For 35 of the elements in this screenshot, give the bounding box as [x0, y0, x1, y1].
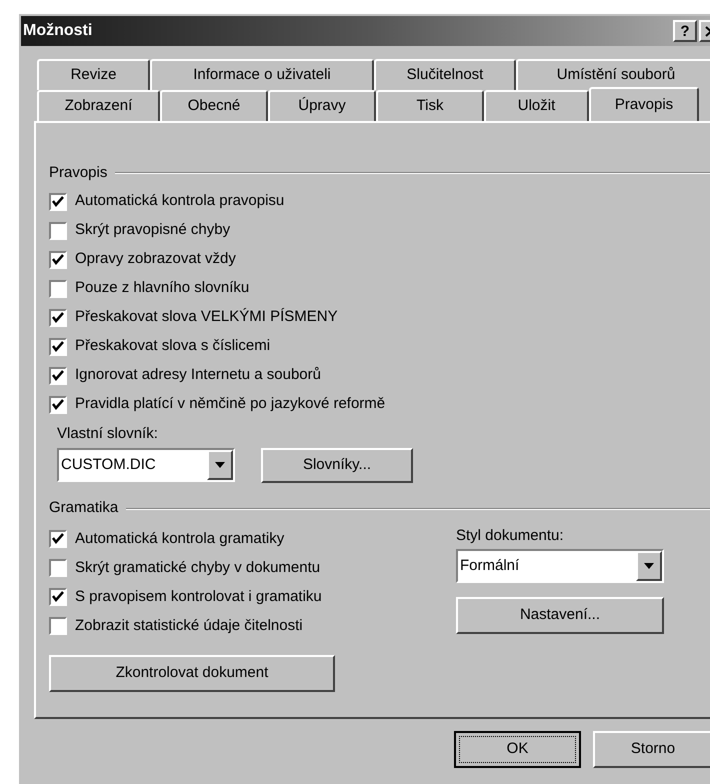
checkbox-label: Skrýt gramatické chyby v dokumentu: [75, 558, 320, 578]
checkbox-label: Opravy zobrazovat vždy: [75, 249, 236, 270]
tab[interactable]: Úpravy: [268, 90, 376, 121]
tab[interactable]: Pravopis: [589, 87, 699, 121]
dialog-button[interactable]: OK: [454, 731, 581, 768]
dialog-button[interactable]: Storno: [593, 731, 710, 768]
group-title: Pravopis: [49, 162, 108, 183]
push-button[interactable]: Slovníky...: [261, 448, 413, 482]
tab[interactable]: Tisk: [376, 90, 484, 121]
window-title: Možnosti: [23, 21, 94, 41]
checkbox-label: Pouze z hlavního slovníku: [75, 278, 250, 298]
group-title: Gramatika: [49, 498, 118, 518]
checkbox-label: Přeskakovat slova VELKÝMI PÍSMENY: [75, 307, 338, 328]
checkbox-label: Ignorovat adresy Internetu a souborů: [75, 365, 321, 386]
tab[interactable]: Zobrazení: [37, 90, 160, 121]
tab[interactable]: Slučitelnost: [374, 59, 516, 90]
checkbox-label: Automatická kontrola pravopisu: [75, 191, 284, 212]
field-label: Vlastní slovník:: [57, 424, 158, 444]
checkbox-label: Pravidla platící v němčině po jazykové reformě: [75, 394, 386, 414]
dropdown[interactable]: CUSTOM.DIC: [57, 448, 235, 482]
checkbox-label: Přeskakovat slova s číslicemi: [75, 336, 270, 356]
checkbox-label: Skrýt pravopisné chyby: [75, 220, 230, 240]
checkbox-label: Zobrazit statistické údaje čitelnosti: [75, 616, 303, 636]
tab[interactable]: Umístění souborů: [516, 59, 710, 90]
tab[interactable]: Revize: [37, 59, 150, 90]
field-label: Styl dokumentu:: [456, 526, 564, 546]
tab[interactable]: Obecné: [160, 90, 268, 121]
push-button[interactable]: Zkontrolovat dokument: [49, 654, 335, 692]
dropdown[interactable]: Formální: [456, 549, 664, 583]
tab[interactable]: Informace o uživateli: [150, 59, 374, 90]
push-button[interactable]: Nastavení...: [456, 597, 664, 634]
tab[interactable]: Uložit: [484, 90, 589, 121]
checkbox-label: S pravopisem kontrolovat i gramatiku: [75, 586, 322, 607]
checkbox-label: Automatická kontrola gramatiky: [75, 528, 284, 549]
help-button[interactable]: ?: [673, 20, 697, 42]
